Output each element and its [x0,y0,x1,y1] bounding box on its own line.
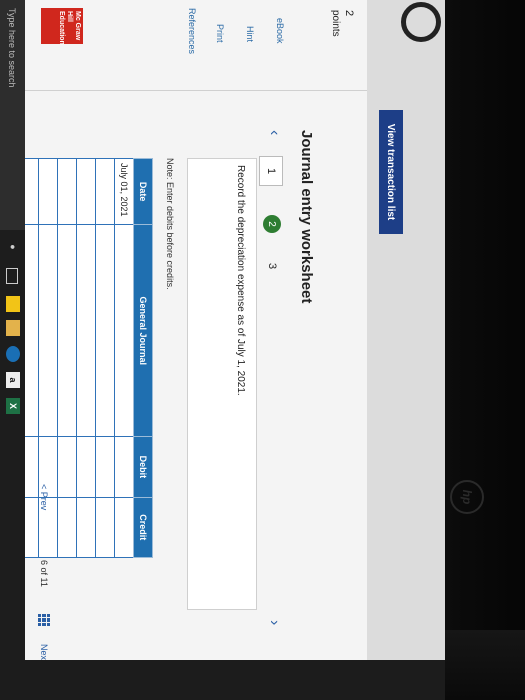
hint-link[interactable]: Hint [245,26,255,42]
assignment-page: View transaction list 2 points eBook Hin… [25,0,445,660]
date-cell[interactable] [38,158,58,225]
browser-icon[interactable] [6,346,20,362]
table-row [25,158,39,558]
hp-logo: hp [450,480,484,514]
worksheet-panel: Journal entry worksheet ‹ 1 2 3 › Record… [25,90,367,660]
date-cell[interactable]: July 01, 2021 [114,158,134,225]
view-transaction-list-button[interactable]: View transaction list [379,110,403,234]
step-tab-1[interactable]: 1 [259,156,283,186]
points-value: 2 [343,10,355,17]
store-icon[interactable] [6,296,20,312]
next-button[interactable]: Next > [39,644,49,660]
debit-cell[interactable] [76,436,96,498]
col-date: Date [133,158,153,225]
debit-cell[interactable] [95,436,115,498]
microphone-icon[interactable]: ● [6,242,20,252]
header-band [367,0,445,660]
note-text: Note: Enter debits before credits. [165,158,175,290]
account-cell[interactable] [57,224,77,437]
taskbar-search-input[interactable]: Type here to search [0,0,25,230]
worksheet-title: Journal entry worksheet [298,130,315,304]
credit-cell[interactable] [57,497,77,558]
col-credit: Credit [133,497,153,558]
debit-cell[interactable] [25,436,39,498]
credit-cell[interactable] [95,497,115,558]
points-label: points [330,10,341,37]
step-tab-3[interactable]: 3 [261,252,283,280]
table-row [76,158,96,558]
credit-cell[interactable] [76,497,96,558]
table-row: July 01, 2021 [114,158,134,558]
credit-cell[interactable] [25,497,39,558]
screen: View transaction list 2 points eBook Hin… [0,0,445,700]
laptop-bezel [445,0,525,700]
account-cell[interactable] [114,224,134,437]
account-cell[interactable] [95,224,115,437]
question-circle-icon [401,2,441,42]
prev-button[interactable]: < Prev [39,484,49,510]
print-link[interactable]: Print [215,24,225,43]
credit-cell[interactable] [114,497,134,558]
chevron-right-icon[interactable]: › [265,620,283,625]
active-step-badge: 2 [263,215,281,233]
left-sidebar: 2 points eBook Hint Print References Mc … [25,0,367,91]
date-cell[interactable] [95,158,115,225]
date-cell[interactable] [25,158,39,225]
col-general-journal: General Journal [133,224,153,437]
page-count: 6 of 11 [39,560,49,587]
ebook-link[interactable]: eBook [275,18,285,44]
debit-cell[interactable] [114,436,134,498]
grid-icon[interactable] [38,614,50,626]
references-link[interactable]: References [187,8,197,54]
table-row [95,158,115,558]
date-cell[interactable] [57,158,77,225]
step-tab-2[interactable]: 2 [261,210,283,238]
excel-icon[interactable]: X [6,398,20,414]
table-row [57,158,77,558]
account-cell[interactable] [76,224,96,437]
account-cell[interactable] [25,224,39,437]
debit-cell[interactable] [57,436,77,498]
folder-icon[interactable] [6,320,20,336]
chevron-left-icon[interactable]: ‹ [265,130,283,135]
account-cell[interactable] [38,224,58,437]
amazon-app-icon[interactable]: a [6,372,20,388]
instruction-text: Record the depreciation expense as of Ju… [235,165,246,396]
mcgraw-hill-logo: Mc Graw Hill Education [41,8,83,45]
taskbar: Type here to search ● a X [0,0,25,660]
instruction-box: Record the depreciation expense as of Ju… [187,158,257,610]
date-cell[interactable] [76,158,96,225]
col-debit: Debit [133,436,153,498]
task-view-icon[interactable] [6,268,18,284]
